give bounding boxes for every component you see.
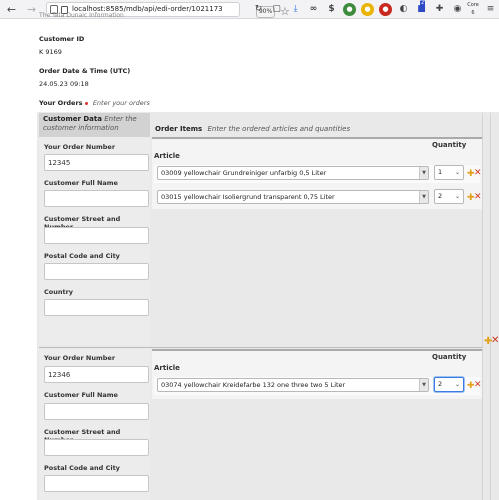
order-items-hint: Enter the ordered articles and quantitie…	[207, 125, 351, 133]
quantity-select-value: 2	[438, 380, 443, 388]
quantity-select-value: 2	[438, 192, 443, 200]
order-number-input[interactable]	[44, 154, 149, 171]
quantity-header: Quantity	[432, 141, 467, 149]
quantity-select[interactable]: 1 ⌄	[434, 165, 464, 180]
quantity-select[interactable]: 2 ⌄	[434, 377, 464, 392]
order-item-row: 03015 yellowchair Isoliergrund transpare…	[154, 189, 482, 207]
article-header: Article	[154, 152, 180, 160]
forward-icon[interactable]: →	[25, 3, 38, 16]
chevron-down-icon: ⌄	[454, 169, 460, 176]
article-select[interactable]: 03015 yellowchair Isoliergrund transpare…	[157, 190, 429, 204]
customer-data-block: Your Order Number Customer Full Name Cus…	[39, 349, 150, 500]
order-item-row: 03009 yellowchair Grundreiniger unfarbig…	[154, 165, 482, 183]
download-icon[interactable]: ⤓	[289, 3, 302, 16]
order-items-block: Quantity Article 03009 yellowchair Grund…	[152, 137, 482, 209]
article-select[interactable]: 03074 yellowchair Kreidefarbe 132 one th…	[157, 378, 429, 392]
reload-icon[interactable]: ↻	[252, 3, 265, 16]
order-number-label: Your Order Number	[44, 354, 116, 362]
article-select-value: 03009 yellowchair Grundreiniger unfarbig…	[161, 169, 327, 177]
remove-item-icon[interactable]: ✕	[474, 193, 482, 202]
remove-item-icon[interactable]: ✕	[474, 169, 482, 178]
back-icon[interactable]: ←	[5, 3, 18, 16]
customer-id-label: Customer ID	[39, 35, 85, 43]
order-number-label: Your Order Number	[44, 143, 116, 151]
order-date-value: 24.05.23 09:18	[39, 80, 89, 88]
your-orders-title: Your Orders	[39, 99, 83, 107]
infinity-icon[interactable]: ∞	[307, 3, 320, 16]
remove-order-icon[interactable]: ✕	[491, 336, 499, 346]
chevron-down-icon: ⌄	[454, 381, 460, 388]
extension-green-icon[interactable]: ●	[343, 3, 356, 16]
customer-data-title: Customer Data	[43, 115, 102, 123]
order-items-header: Order Items Enter the ordered articles a…	[152, 113, 482, 137]
order-separator	[39, 347, 482, 348]
quantity-select[interactable]: 2 ⌄	[434, 189, 464, 204]
country-input[interactable]	[44, 299, 149, 316]
article-select-value: 03015 yellowchair Isoliergrund transpare…	[161, 193, 335, 201]
postal-input[interactable]	[44, 475, 149, 492]
full-name-label: Customer Full Name	[44, 179, 118, 187]
column-divider	[490, 113, 491, 500]
remove-item-icon[interactable]: ✕	[474, 381, 482, 390]
menu-icon[interactable]: ≡	[484, 3, 497, 16]
extension-badge: 2	[420, 0, 426, 7]
extension-gray-icon[interactable]: ◐	[397, 3, 410, 16]
customer-data-header: Customer Data Enter the customer informa…	[39, 113, 150, 137]
order-number-input[interactable]	[44, 366, 149, 383]
quantity-header: Quantity	[432, 353, 467, 361]
extension-puzzle-icon[interactable]: ✚	[433, 3, 446, 16]
full-name-input[interactable]	[44, 190, 149, 207]
order-items-title: Order Items	[155, 125, 203, 133]
postal-label: Postal Code and City	[44, 252, 120, 260]
column-divider	[482, 113, 483, 500]
postal-input[interactable]	[44, 263, 149, 280]
core-label: Core 6	[467, 2, 479, 16]
order-item-row: 03074 yellowchair Kreidefarbe 132 one th…	[154, 377, 482, 395]
full-name-label: Customer Full Name	[44, 391, 118, 399]
article-select[interactable]: 03009 yellowchair Grundreiniger unfarbig…	[157, 166, 429, 180]
chevron-down-icon: ▼	[419, 379, 428, 391]
quantity-select-value: 1	[438, 168, 443, 176]
required-dot-icon	[84, 101, 88, 105]
chevron-down-icon: ⌄	[454, 193, 460, 200]
dollar-icon[interactable]: $	[325, 3, 338, 16]
customer-data-block: Your Order Number Customer Full Name Cus…	[39, 137, 150, 345]
chevron-down-icon: ▼	[419, 191, 428, 203]
article-header: Article	[154, 364, 180, 372]
your-orders-hint: Enter your orders	[92, 99, 150, 107]
postal-label: Postal Code and City	[44, 464, 120, 472]
order-date-label: Order Date & Time (UTC)	[39, 67, 131, 75]
pocket-icon[interactable]: ▢	[270, 3, 283, 16]
extension-yellow-icon[interactable]: ●	[361, 3, 374, 16]
country-label: Country	[44, 288, 74, 296]
article-select-value: 03074 yellowchair Kreidefarbe 132 one th…	[161, 381, 346, 389]
street-input[interactable]	[44, 227, 149, 244]
order-items-block: Quantity Article 03074 yellowchair Kreid…	[152, 349, 482, 399]
chevron-down-icon: ▼	[419, 167, 428, 179]
extension-dark-icon[interactable]: ◉	[451, 3, 464, 16]
street-input[interactable]	[44, 439, 149, 456]
extension-red-icon[interactable]: ●	[379, 3, 392, 16]
your-orders-label: Your Orders Enter your orders	[39, 99, 150, 107]
customer-id-value: K 9169	[39, 48, 62, 56]
section-title-cut: The Tata Dunaic Information	[39, 12, 124, 19]
full-name-input[interactable]	[44, 403, 149, 420]
